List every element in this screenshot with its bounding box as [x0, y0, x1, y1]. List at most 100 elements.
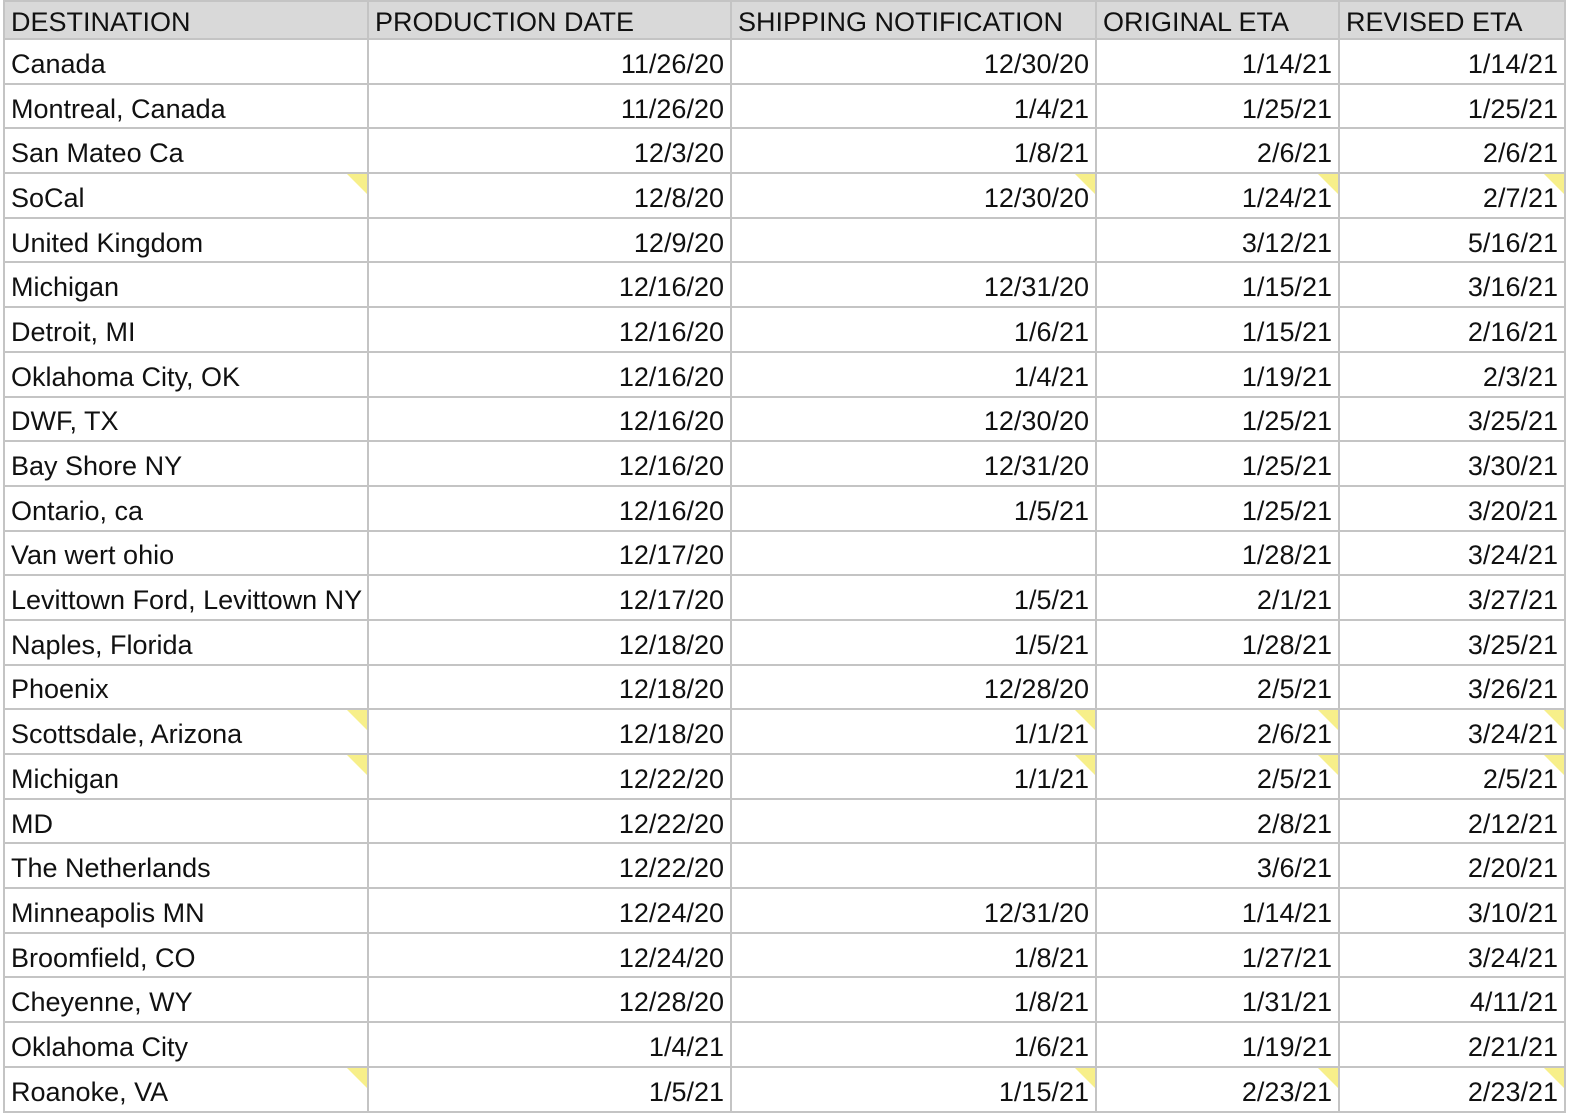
cell-revised-eta[interactable]: 3/24/21: [1338, 529, 1566, 577]
cell-destination[interactable]: Canada: [3, 38, 369, 85]
cell-shipping-notification[interactable]: 1/8/21: [730, 931, 1097, 979]
cell-original-eta[interactable]: 1/31/21: [1095, 976, 1340, 1024]
cell-production-date[interactable]: 1/4/21: [367, 1021, 732, 1068]
cell-production-date[interactable]: 12/22/20: [367, 753, 732, 800]
cell-original-eta[interactable]: 1/28/21: [1095, 529, 1340, 577]
cell-revised-eta[interactable]: 3/16/21: [1338, 261, 1566, 309]
cell-revised-eta[interactable]: 2/16/21: [1338, 306, 1566, 353]
cell-destination[interactable]: Minneapolis MN: [3, 887, 369, 934]
comment-indicator-icon[interactable]: [1544, 1068, 1563, 1088]
cell-revised-eta[interactable]: 2/7/21: [1338, 172, 1566, 219]
cell-shipping-notification[interactable]: 12/31/20: [730, 440, 1097, 487]
cell-production-date[interactable]: 12/18/20: [367, 618, 732, 666]
cell-production-date[interactable]: 12/18/20: [367, 708, 732, 755]
cell-revised-eta[interactable]: 3/25/21: [1338, 395, 1566, 443]
comment-indicator-icon[interactable]: [347, 755, 366, 775]
cell-original-eta[interactable]: 1/14/21: [1095, 38, 1340, 85]
cell-original-eta[interactable]: 2/1/21: [1095, 574, 1340, 621]
cell-original-eta[interactable]: 2/5/21: [1095, 753, 1340, 800]
cell-original-eta[interactable]: 1/28/21: [1095, 618, 1340, 666]
cell-shipping-notification[interactable]: 1/8/21: [730, 976, 1097, 1024]
comment-indicator-icon[interactable]: [1544, 755, 1563, 775]
cell-original-eta[interactable]: 1/25/21: [1095, 440, 1340, 487]
cell-destination[interactable]: Montreal, Canada: [3, 82, 369, 130]
cell-production-date[interactable]: 11/26/20: [367, 38, 732, 85]
cell-shipping-notification[interactable]: 12/28/20: [730, 663, 1097, 711]
cell-production-date[interactable]: 12/3/20: [367, 127, 732, 175]
cell-original-eta[interactable]: 1/14/21: [1095, 887, 1340, 934]
cell-revised-eta[interactable]: 1/14/21: [1338, 38, 1566, 85]
comment-indicator-icon[interactable]: [1318, 1068, 1337, 1088]
cell-destination[interactable]: United Kingdom: [3, 216, 369, 264]
cell-production-date[interactable]: 12/16/20: [367, 484, 732, 532]
cell-destination[interactable]: Levittown Ford, Levittown NY: [3, 574, 369, 621]
cell-original-eta[interactable]: 1/25/21: [1095, 82, 1340, 130]
cell-production-date[interactable]: 12/16/20: [367, 261, 732, 309]
header-destination[interactable]: DESTINATION: [3, 0, 369, 40]
cell-destination[interactable]: Bay Shore NY: [3, 440, 369, 487]
cell-shipping-notification[interactable]: 1/6/21: [730, 306, 1097, 353]
cell-revised-eta[interactable]: 3/26/21: [1338, 663, 1566, 711]
cell-shipping-notification[interactable]: [730, 216, 1097, 264]
cell-production-date[interactable]: 12/22/20: [367, 797, 732, 845]
cell-shipping-notification[interactable]: 1/8/21: [730, 127, 1097, 175]
cell-shipping-notification[interactable]: 1/5/21: [730, 618, 1097, 666]
cell-shipping-notification[interactable]: [730, 797, 1097, 845]
cell-revised-eta[interactable]: 5/16/21: [1338, 216, 1566, 264]
comment-indicator-icon[interactable]: [1075, 175, 1094, 195]
cell-revised-eta[interactable]: 3/25/21: [1338, 618, 1566, 666]
cell-destination[interactable]: SoCal: [3, 172, 369, 219]
cell-original-eta[interactable]: 2/8/21: [1095, 797, 1340, 845]
cell-production-date[interactable]: 12/8/20: [367, 172, 732, 219]
cell-shipping-notification[interactable]: 1/1/21: [730, 708, 1097, 755]
comment-indicator-icon[interactable]: [1318, 711, 1337, 731]
cell-original-eta[interactable]: 1/15/21: [1095, 306, 1340, 353]
cell-shipping-notification[interactable]: 12/31/20: [730, 261, 1097, 309]
cell-destination[interactable]: Oklahoma City, OK: [3, 350, 369, 398]
cell-original-eta[interactable]: 2/6/21: [1095, 127, 1340, 175]
cell-production-date[interactable]: 12/28/20: [367, 976, 732, 1024]
cell-original-eta[interactable]: 3/6/21: [1095, 842, 1340, 890]
comment-indicator-icon[interactable]: [347, 175, 366, 195]
cell-production-date[interactable]: 12/16/20: [367, 395, 732, 443]
cell-original-eta[interactable]: 1/27/21: [1095, 931, 1340, 979]
cell-revised-eta[interactable]: 2/20/21: [1338, 842, 1566, 890]
cell-production-date[interactable]: 12/17/20: [367, 574, 732, 621]
cell-destination[interactable]: The Netherlands: [3, 842, 369, 890]
cell-revised-eta[interactable]: 4/11/21: [1338, 976, 1566, 1024]
comment-indicator-icon[interactable]: [1075, 711, 1094, 731]
cell-destination[interactable]: Roanoke, VA: [3, 1065, 369, 1113]
cell-shipping-notification[interactable]: 12/30/20: [730, 172, 1097, 219]
comment-indicator-icon[interactable]: [347, 1068, 366, 1088]
cell-shipping-notification[interactable]: 1/15/21: [730, 1065, 1097, 1113]
cell-production-date[interactable]: 12/24/20: [367, 931, 732, 979]
cell-original-eta[interactable]: 3/12/21: [1095, 216, 1340, 264]
cell-destination[interactable]: DWF, TX: [3, 395, 369, 443]
header-original-eta[interactable]: ORIGINAL ETA: [1095, 0, 1340, 40]
cell-original-eta[interactable]: 1/19/21: [1095, 350, 1340, 398]
cell-original-eta[interactable]: 2/6/21: [1095, 708, 1340, 755]
cell-production-date[interactable]: 12/18/20: [367, 663, 732, 711]
cell-original-eta[interactable]: 1/24/21: [1095, 172, 1340, 219]
cell-production-date[interactable]: 12/16/20: [367, 306, 732, 353]
cell-shipping-notification[interactable]: 1/6/21: [730, 1021, 1097, 1068]
cell-destination[interactable]: Michigan: [3, 261, 369, 309]
cell-destination[interactable]: Detroit, MI: [3, 306, 369, 353]
cell-original-eta[interactable]: 1/25/21: [1095, 395, 1340, 443]
comment-indicator-icon[interactable]: [347, 711, 366, 731]
cell-production-date[interactable]: 12/17/20: [367, 529, 732, 577]
header-shipping-notification[interactable]: SHIPPING NOTIFICATION: [730, 0, 1097, 40]
cell-shipping-notification[interactable]: 1/4/21: [730, 350, 1097, 398]
cell-shipping-notification[interactable]: [730, 529, 1097, 577]
header-revised-eta[interactable]: REVISED ETA: [1338, 0, 1566, 40]
cell-destination[interactable]: Cheyenne, WY: [3, 976, 369, 1024]
cell-original-eta[interactable]: 1/15/21: [1095, 261, 1340, 309]
cell-shipping-notification[interactable]: 1/5/21: [730, 574, 1097, 621]
comment-indicator-icon[interactable]: [1544, 711, 1563, 731]
comment-indicator-icon[interactable]: [1318, 755, 1337, 775]
cell-revised-eta[interactable]: 3/20/21: [1338, 484, 1566, 532]
cell-shipping-notification[interactable]: 1/4/21: [730, 82, 1097, 130]
cell-shipping-notification[interactable]: 12/30/20: [730, 38, 1097, 85]
cell-original-eta[interactable]: 2/5/21: [1095, 663, 1340, 711]
cell-production-date[interactable]: 1/5/21: [367, 1065, 732, 1113]
